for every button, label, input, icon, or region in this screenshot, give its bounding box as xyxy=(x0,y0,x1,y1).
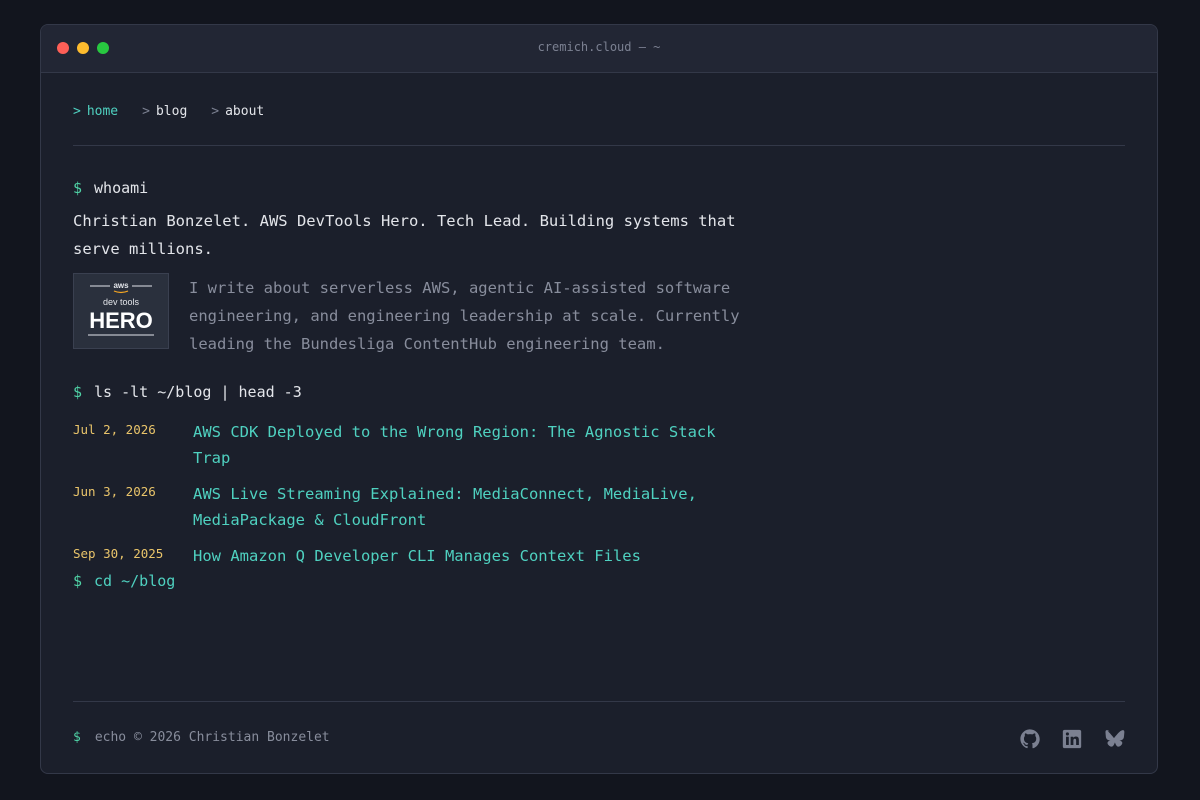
nav-caret: > xyxy=(73,104,81,119)
nav-item-blog[interactable]: > blog xyxy=(142,104,187,119)
github-icon[interactable] xyxy=(1019,728,1041,750)
header-divider xyxy=(73,145,1125,146)
command-text: ls -lt ~/blog | head -3 xyxy=(94,383,302,401)
nav-item-label: blog xyxy=(155,104,188,119)
badge-sub-text: dev tools xyxy=(103,297,140,307)
aws-devtools-hero-badge: aws dev tools HERO xyxy=(73,273,169,349)
blog-post-list: Jul 2, 2026 AWS CDK Deployed to the Wron… xyxy=(73,419,753,579)
badge-main-text: HERO xyxy=(89,308,153,333)
command-text: whoami xyxy=(94,179,149,197)
prompt-symbol: $ xyxy=(73,730,81,745)
terminal-window: cremich.cloud — ~ > home > blog > about $ wh… xyxy=(40,24,1158,774)
nav-item-label: about xyxy=(225,104,265,119)
whoami-command-line: $ whoami xyxy=(73,179,148,197)
copyright-text: echo © 2026 Christian Bonzelet xyxy=(94,730,330,745)
post-title-link[interactable]: AWS CDK Deployed to the Wrong Region: Th… xyxy=(193,419,753,471)
post-date: Jun 3, 2026 xyxy=(73,484,156,499)
footer-divider xyxy=(73,701,1125,702)
bio-text: I write about serverless AWS, agentic AI… xyxy=(189,279,740,353)
post-title-link[interactable]: How Amazon Q Developer CLI Manages Conte… xyxy=(193,543,753,569)
linkedin-icon[interactable] xyxy=(1061,728,1083,750)
blog-command-line: $ ls -lt ~/blog | head -3 xyxy=(73,383,302,401)
main-nav: > home > blog > about xyxy=(73,104,288,119)
nav-caret: > xyxy=(142,104,150,119)
cd-command-line: $ cd ~/blog xyxy=(73,572,175,590)
badge-top-text: aws xyxy=(113,281,129,290)
intro-text: Christian Bonzelet. AWS DevTools Hero. T… xyxy=(73,212,736,258)
nav-item-home[interactable]: > home xyxy=(73,104,118,119)
prompt-symbol: $ xyxy=(73,572,83,590)
nav-item-about[interactable]: > about xyxy=(211,104,264,119)
footer-copyright: $ echo © 2026 Christian Bonzelet xyxy=(73,730,330,745)
window-title: cremich.cloud — ~ xyxy=(537,40,661,54)
post-title-link[interactable]: AWS Live Streaming Explained: MediaConne… xyxy=(193,481,753,533)
title-bar: cremich.cloud — ~ xyxy=(41,25,1157,73)
prompt-symbol: $ xyxy=(73,383,83,401)
list-item: Jun 3, 2026 AWS Live Streaming Explained… xyxy=(73,481,753,533)
prompt-symbol: $ xyxy=(73,179,83,197)
post-date: Sep 30, 2025 xyxy=(73,546,164,561)
bluesky-icon[interactable] xyxy=(1103,728,1125,750)
post-date: Jul 2, 2026 xyxy=(73,422,156,437)
nav-caret: > xyxy=(211,104,220,119)
list-item: Jul 2, 2026 AWS CDK Deployed to the Wron… xyxy=(73,419,753,471)
list-item: Sep 30, 2025 How Amazon Q Developer CLI … xyxy=(73,543,753,569)
nav-item-label: home xyxy=(86,104,119,119)
cd-blog-link[interactable]: cd ~/blog xyxy=(94,572,175,590)
